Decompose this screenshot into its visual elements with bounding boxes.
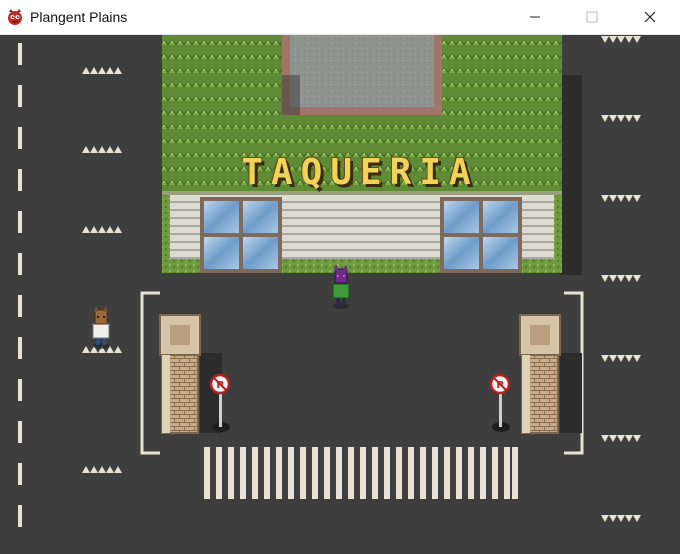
no-parking-letter-right: P <box>496 380 503 391</box>
maximize-button[interactable] <box>569 0 615 34</box>
window-right <box>440 197 522 273</box>
red-creature-icon <box>8 9 22 25</box>
maximize-icon <box>586 11 598 23</box>
building-shadow <box>560 75 582 275</box>
close-button[interactable] <box>627 0 673 34</box>
window-left <box>200 197 282 273</box>
minimize-button[interactable] <box>512 0 558 34</box>
window-titlebar[interactable]: Plangent Plains <box>0 0 680 35</box>
game-map: P P <box>0 35 680 554</box>
close-icon <box>644 11 656 23</box>
no-parking-letter-left: P <box>216 380 223 391</box>
window-title: Plangent Plains <box>30 9 128 25</box>
game-viewport[interactable]: P P TAQUERIA <box>0 35 680 554</box>
minimize-icon <box>530 16 540 18</box>
building-sign: TAQUERIA <box>241 152 479 193</box>
